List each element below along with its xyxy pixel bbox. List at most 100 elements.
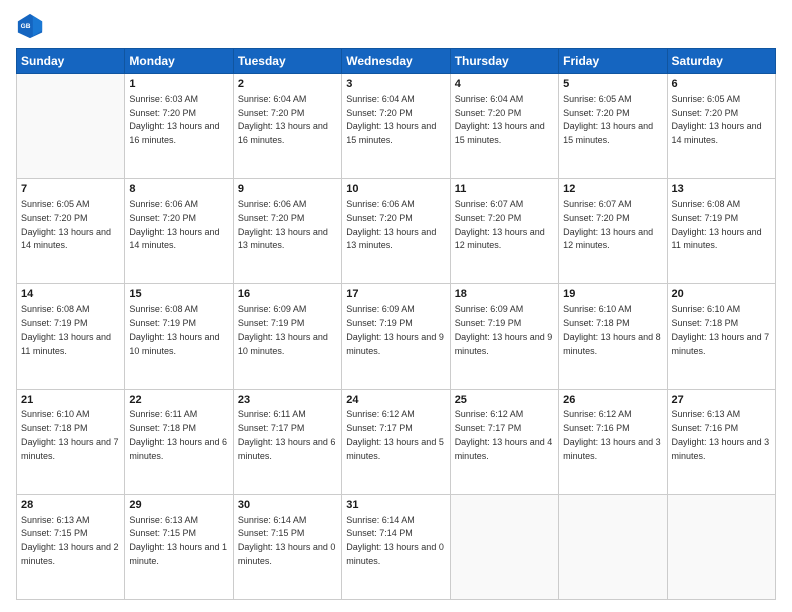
day-number: 18 [455, 287, 554, 302]
sunset-info: Sunset: 7:19 PM [129, 318, 196, 328]
day-number: 3 [346, 77, 445, 92]
weekday-header-wednesday: Wednesday [342, 49, 450, 74]
sunset-info: Sunset: 7:19 PM [21, 318, 88, 328]
logo-icon: GB [16, 12, 44, 40]
sunrise-info: Sunrise: 6:10 AM [563, 304, 632, 314]
sunrise-info: Sunrise: 6:13 AM [672, 409, 741, 419]
sunrise-info: Sunrise: 6:07 AM [455, 199, 524, 209]
day-number: 1 [129, 77, 228, 92]
sunrise-info: Sunrise: 6:09 AM [238, 304, 307, 314]
calendar-cell: 30Sunrise: 6:14 AMSunset: 7:15 PMDayligh… [233, 494, 341, 599]
calendar-cell: 1Sunrise: 6:03 AMSunset: 7:20 PMDaylight… [125, 74, 233, 179]
calendar-cell: 8Sunrise: 6:06 AMSunset: 7:20 PMDaylight… [125, 179, 233, 284]
sunrise-info: Sunrise: 6:10 AM [21, 409, 90, 419]
sunset-info: Sunset: 7:20 PM [129, 108, 196, 118]
calendar-cell: 16Sunrise: 6:09 AMSunset: 7:19 PMDayligh… [233, 284, 341, 389]
sunset-info: Sunset: 7:19 PM [455, 318, 522, 328]
daylight-info: Daylight: 13 hours and 12 minutes. [455, 227, 545, 251]
calendar-cell: 5Sunrise: 6:05 AMSunset: 7:20 PMDaylight… [559, 74, 667, 179]
daylight-info: Daylight: 13 hours and 14 minutes. [672, 121, 762, 145]
calendar-cell: 24Sunrise: 6:12 AMSunset: 7:17 PMDayligh… [342, 389, 450, 494]
sunset-info: Sunset: 7:20 PM [21, 213, 88, 223]
day-number: 25 [455, 393, 554, 408]
day-number: 30 [238, 498, 337, 513]
calendar-table: SundayMondayTuesdayWednesdayThursdayFrid… [16, 48, 776, 600]
day-number: 22 [129, 393, 228, 408]
calendar-body: 1Sunrise: 6:03 AMSunset: 7:20 PMDaylight… [17, 74, 776, 600]
day-number: 9 [238, 182, 337, 197]
daylight-info: Daylight: 13 hours and 11 minutes. [21, 332, 111, 356]
day-number: 17 [346, 287, 445, 302]
sunrise-info: Sunrise: 6:12 AM [563, 409, 632, 419]
sunset-info: Sunset: 7:14 PM [346, 528, 413, 538]
sunrise-info: Sunrise: 6:05 AM [21, 199, 90, 209]
daylight-info: Daylight: 13 hours and 4 minutes. [455, 437, 553, 461]
calendar-cell: 14Sunrise: 6:08 AMSunset: 7:19 PMDayligh… [17, 284, 125, 389]
calendar-cell: 13Sunrise: 6:08 AMSunset: 7:19 PMDayligh… [667, 179, 775, 284]
day-number: 5 [563, 77, 662, 92]
calendar-cell: 2Sunrise: 6:04 AMSunset: 7:20 PMDaylight… [233, 74, 341, 179]
sunset-info: Sunset: 7:19 PM [238, 318, 305, 328]
sunrise-info: Sunrise: 6:14 AM [238, 515, 307, 525]
day-number: 11 [455, 182, 554, 197]
calendar-week-2: 7Sunrise: 6:05 AMSunset: 7:20 PMDaylight… [17, 179, 776, 284]
calendar-cell: 31Sunrise: 6:14 AMSunset: 7:14 PMDayligh… [342, 494, 450, 599]
sunset-info: Sunset: 7:20 PM [346, 108, 413, 118]
logo: GB [16, 12, 48, 40]
day-number: 27 [672, 393, 771, 408]
sunset-info: Sunset: 7:18 PM [21, 423, 88, 433]
calendar-cell: 23Sunrise: 6:11 AMSunset: 7:17 PMDayligh… [233, 389, 341, 494]
calendar-week-3: 14Sunrise: 6:08 AMSunset: 7:19 PMDayligh… [17, 284, 776, 389]
sunrise-info: Sunrise: 6:11 AM [129, 409, 197, 419]
weekday-header-saturday: Saturday [667, 49, 775, 74]
calendar-cell: 19Sunrise: 6:10 AMSunset: 7:18 PMDayligh… [559, 284, 667, 389]
daylight-info: Daylight: 13 hours and 0 minutes. [238, 542, 336, 566]
calendar-cell [450, 494, 558, 599]
calendar-week-5: 28Sunrise: 6:13 AMSunset: 7:15 PMDayligh… [17, 494, 776, 599]
daylight-info: Daylight: 13 hours and 15 minutes. [563, 121, 653, 145]
day-number: 26 [563, 393, 662, 408]
sunset-info: Sunset: 7:16 PM [672, 423, 739, 433]
sunset-info: Sunset: 7:20 PM [455, 108, 522, 118]
daylight-info: Daylight: 13 hours and 8 minutes. [563, 332, 661, 356]
sunrise-info: Sunrise: 6:06 AM [129, 199, 198, 209]
sunrise-info: Sunrise: 6:08 AM [21, 304, 90, 314]
day-number: 6 [672, 77, 771, 92]
day-number: 12 [563, 182, 662, 197]
day-number: 16 [238, 287, 337, 302]
calendar-cell [559, 494, 667, 599]
calendar-cell [17, 74, 125, 179]
day-number: 21 [21, 393, 120, 408]
day-number: 19 [563, 287, 662, 302]
day-number: 28 [21, 498, 120, 513]
calendar-cell: 28Sunrise: 6:13 AMSunset: 7:15 PMDayligh… [17, 494, 125, 599]
daylight-info: Daylight: 13 hours and 5 minutes. [346, 437, 444, 461]
daylight-info: Daylight: 13 hours and 12 minutes. [563, 227, 653, 251]
header: GB [16, 12, 776, 40]
sunset-info: Sunset: 7:17 PM [455, 423, 522, 433]
daylight-info: Daylight: 13 hours and 3 minutes. [563, 437, 661, 461]
calendar-cell: 22Sunrise: 6:11 AMSunset: 7:18 PMDayligh… [125, 389, 233, 494]
sunrise-info: Sunrise: 6:04 AM [346, 94, 415, 104]
sunrise-info: Sunrise: 6:05 AM [563, 94, 632, 104]
weekday-header-friday: Friday [559, 49, 667, 74]
day-number: 2 [238, 77, 337, 92]
daylight-info: Daylight: 13 hours and 14 minutes. [129, 227, 219, 251]
sunrise-info: Sunrise: 6:12 AM [455, 409, 524, 419]
weekday-header-row: SundayMondayTuesdayWednesdayThursdayFrid… [17, 49, 776, 74]
daylight-info: Daylight: 13 hours and 16 minutes. [129, 121, 219, 145]
calendar-cell: 29Sunrise: 6:13 AMSunset: 7:15 PMDayligh… [125, 494, 233, 599]
sunrise-info: Sunrise: 6:11 AM [238, 409, 306, 419]
sunset-info: Sunset: 7:20 PM [672, 108, 739, 118]
calendar-cell: 17Sunrise: 6:09 AMSunset: 7:19 PMDayligh… [342, 284, 450, 389]
daylight-info: Daylight: 13 hours and 16 minutes. [238, 121, 328, 145]
sunset-info: Sunset: 7:19 PM [672, 213, 739, 223]
calendar-cell: 10Sunrise: 6:06 AMSunset: 7:20 PMDayligh… [342, 179, 450, 284]
sunrise-info: Sunrise: 6:08 AM [672, 199, 741, 209]
day-number: 29 [129, 498, 228, 513]
day-number: 20 [672, 287, 771, 302]
calendar-cell: 11Sunrise: 6:07 AMSunset: 7:20 PMDayligh… [450, 179, 558, 284]
sunrise-info: Sunrise: 6:13 AM [129, 515, 198, 525]
calendar-cell: 27Sunrise: 6:13 AMSunset: 7:16 PMDayligh… [667, 389, 775, 494]
daylight-info: Daylight: 13 hours and 14 minutes. [21, 227, 111, 251]
